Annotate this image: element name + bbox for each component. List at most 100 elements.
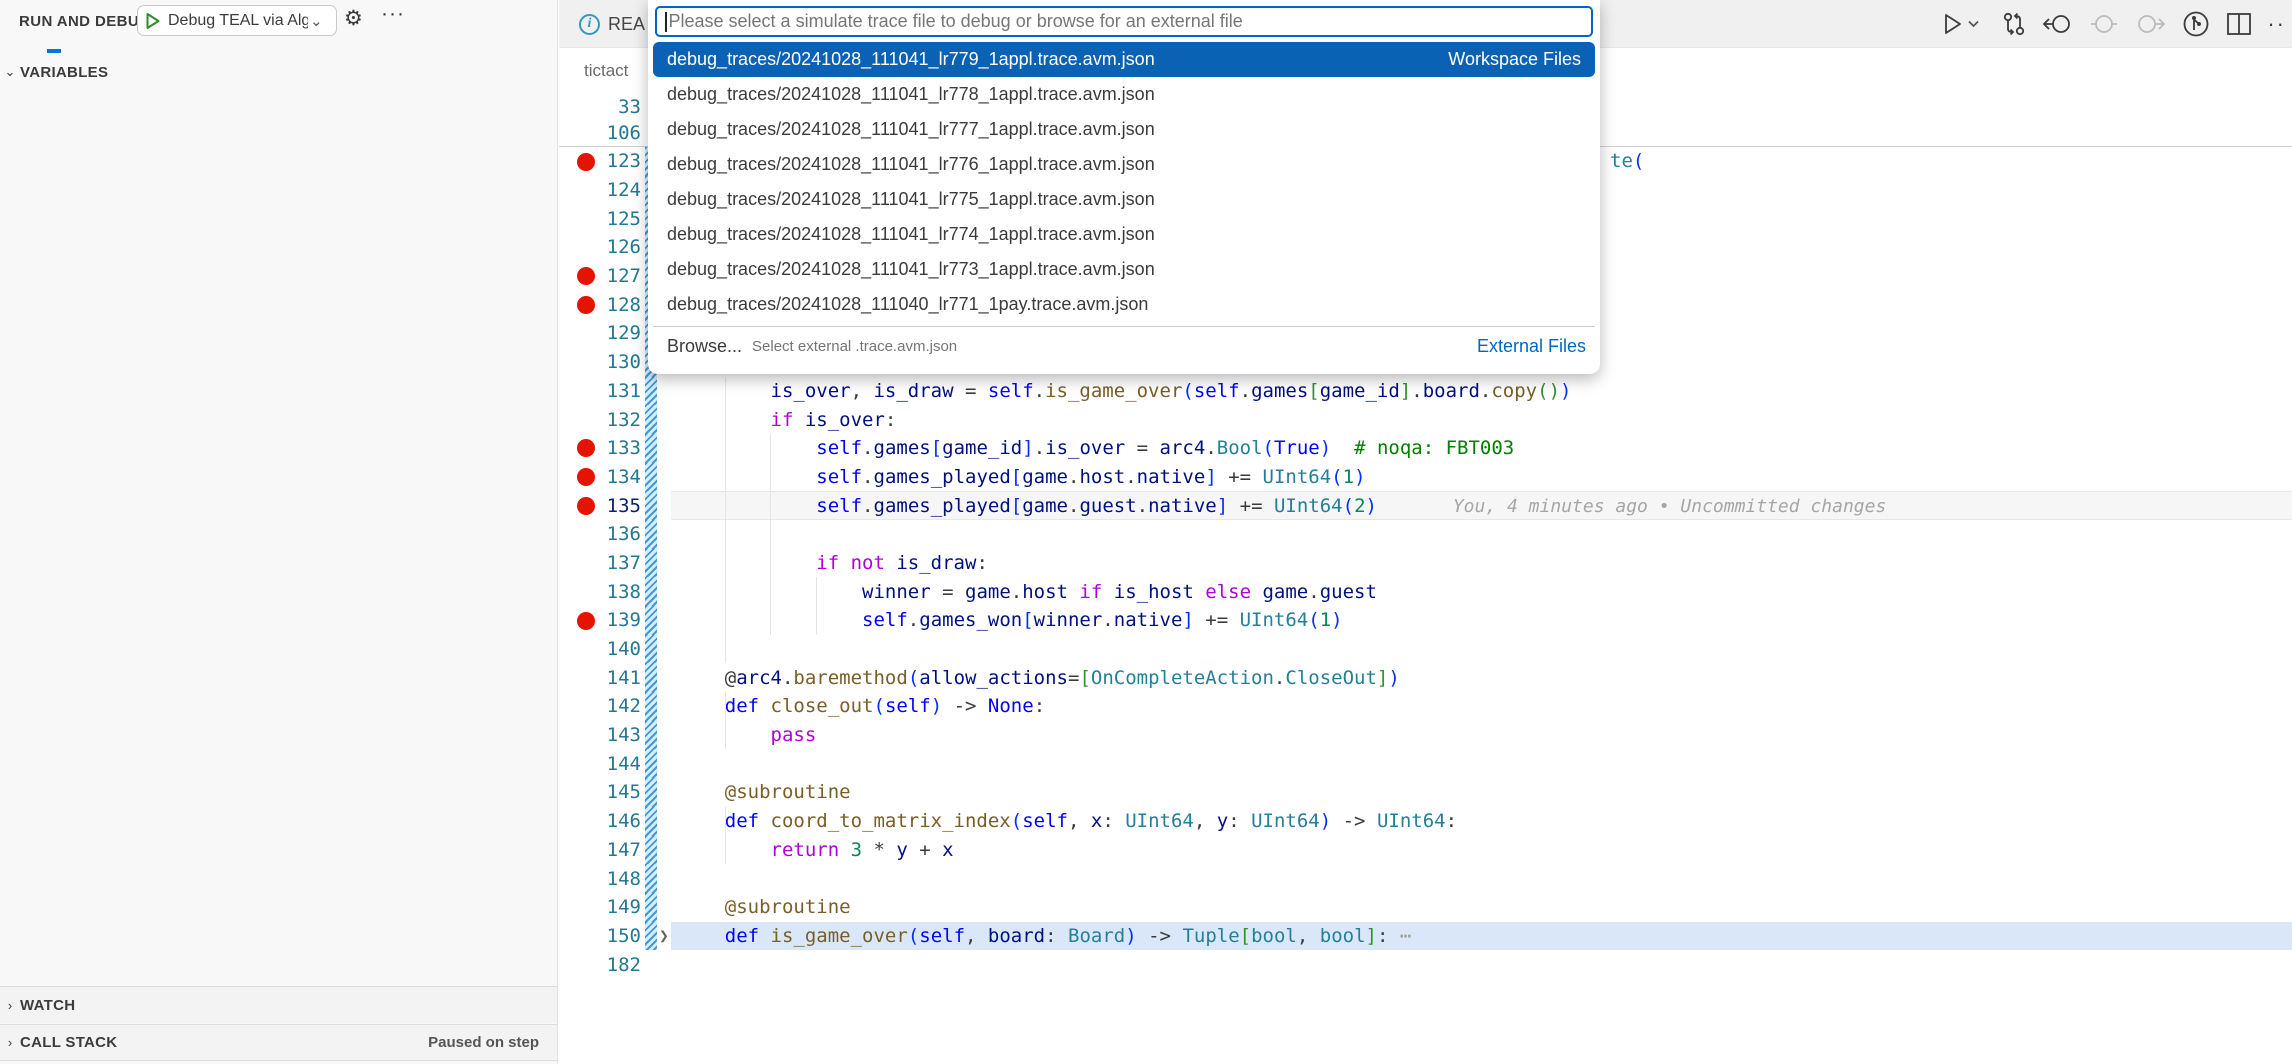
split-editor-icon[interactable] — [2226, 11, 2252, 37]
indent-guide — [725, 577, 726, 606]
line-number[interactable]: 135 — [559, 495, 641, 517]
quickpick-item[interactable]: debug_traces/20241028_111041_lr777_1appl… — [648, 112, 1600, 147]
breakpoint-icon[interactable] — [577, 497, 595, 515]
breakpoint-icon[interactable] — [577, 153, 595, 171]
quickpick-item[interactable]: debug_traces/20241028_111041_lr774_1appl… — [648, 217, 1600, 252]
line-number[interactable]: 148 — [559, 868, 641, 890]
line-number[interactable]: 136 — [559, 523, 641, 545]
line-number[interactable]: 131 — [559, 380, 641, 402]
code-line[interactable]: 144 — [559, 749, 2292, 778]
avm-debug-icon[interactable] — [2181, 9, 2211, 39]
line-number[interactable]: 145 — [559, 781, 641, 803]
line-number[interactable]: 127 — [559, 265, 641, 287]
indent-guide — [770, 491, 771, 520]
debug-config-dropdown[interactable]: Debug TEAL via AlgoKi ⌄ — [137, 5, 337, 36]
code-line-content: if is_over: — [671, 405, 2292, 434]
line-number[interactable]: 147 — [559, 839, 641, 861]
line-number[interactable]: 125 — [559, 208, 641, 230]
quickpick-item[interactable]: debug_traces/20241028_111041_lr779_1appl… — [653, 42, 1595, 77]
code-line-content: self.games_played[game.host.native] += U… — [671, 463, 2292, 492]
line-number[interactable]: 126 — [559, 236, 641, 258]
code-line[interactable]: 145 @subroutine — [559, 778, 2292, 807]
line-number[interactable]: 140 — [559, 638, 641, 660]
code-line[interactable]: 138 winner = game.host if is_host else g… — [559, 577, 2292, 606]
indent-guide — [725, 606, 726, 635]
more-actions-icon[interactable]: ·· — [2267, 11, 2286, 37]
line-number[interactable]: 137 — [559, 552, 641, 574]
code-line[interactable]: 134 self.games_played[game.host.native] … — [559, 463, 2292, 492]
line-number[interactable]: 128 — [559, 294, 641, 316]
line-number[interactable]: 182 — [559, 954, 641, 976]
code-line[interactable]: 148 — [559, 864, 2292, 893]
variables-section-header[interactable]: ⌄ VARIABLES — [0, 58, 557, 86]
line-number[interactable]: 144 — [559, 753, 641, 775]
indent-guide — [770, 434, 771, 463]
code-line[interactable]: 137 if not is_draw: — [559, 549, 2292, 578]
quickpick-item[interactable]: debug_traces/20241028_111041_lr776_1appl… — [648, 147, 1600, 182]
code-line[interactable]: 136 — [559, 520, 2292, 549]
quickpick-item[interactable]: debug_traces/20241028_111041_lr775_1appl… — [648, 182, 1600, 217]
code-line[interactable]: 140 — [559, 635, 2292, 664]
modified-lines-gutter — [645, 491, 657, 520]
line-number[interactable]: 132 — [559, 409, 641, 431]
code-line[interactable]: 146 def coord_to_matrix_index(self, x: U… — [559, 807, 2292, 836]
line-number[interactable]: 142 — [559, 695, 641, 717]
line-number[interactable]: 141 — [559, 667, 641, 689]
compare-changes-icon[interactable] — [2001, 10, 2027, 38]
code-line[interactable]: 133 self.games[game_id].is_over = arc4.B… — [559, 434, 2292, 463]
modified-lines-gutter — [645, 692, 657, 721]
breakpoint-icon[interactable] — [577, 612, 595, 630]
line-number[interactable]: 130 — [559, 351, 641, 373]
code-line[interactable]: 141 @arc4.baremethod(allow_actions=[OnCo… — [559, 663, 2292, 692]
gear-icon[interactable]: ⚙ — [344, 6, 363, 31]
tab-readme[interactable]: i REA — [569, 0, 655, 48]
quickpick-item[interactable]: debug_traces/20241028_111041_lr778_1appl… — [648, 77, 1600, 112]
line-number[interactable]: 124 — [559, 179, 641, 201]
previous-change-icon[interactable] — [2042, 11, 2074, 37]
code-line[interactable]: 139 self.games_won[winner.native] += UIn… — [559, 606, 2292, 635]
quickpick-item[interactable]: debug_traces/20241028_111041_lr773_1appl… — [648, 252, 1600, 287]
quickpick-input[interactable]: Please select a simulate trace file to d… — [655, 6, 1593, 37]
line-number[interactable]: 138 — [559, 581, 641, 603]
call-stack-section-header[interactable]: › CALL STACK Paused on step — [0, 1024, 557, 1061]
line-number[interactable]: 143 — [559, 724, 641, 746]
line-number[interactable]: 149 — [559, 896, 641, 918]
indent-guide — [816, 577, 817, 606]
line-number[interactable]: 139 — [559, 609, 641, 631]
more-actions-icon[interactable]: ··· — [381, 2, 405, 26]
watch-section-header[interactable]: › WATCH — [0, 986, 557, 1023]
breakpoint-icon[interactable] — [577, 296, 595, 314]
code-line[interactable]: 132 if is_over: — [559, 405, 2292, 434]
line-number[interactable]: 134 — [559, 466, 641, 488]
run-file-button[interactable] — [1942, 12, 1980, 36]
breakpoint-icon[interactable] — [577, 468, 595, 486]
line-number[interactable]: 123 — [559, 150, 641, 172]
line-number[interactable]: 146 — [559, 810, 641, 832]
tab-label: REA — [608, 14, 645, 35]
code-line[interactable]: 143 pass — [559, 721, 2292, 750]
quickpick-browse-item[interactable]: Browse... Select external .trace.avm.jso… — [648, 327, 1600, 365]
line-number[interactable]: 129 — [559, 322, 641, 344]
code-line[interactable]: 142 def close_out(self) -> None: — [559, 692, 2292, 721]
line-number[interactable]: 150 — [559, 925, 641, 947]
indent-guide — [770, 606, 771, 635]
quickpick-item-label: debug_traces/20241028_111041_lr775_1appl… — [667, 189, 1155, 210]
modified-lines-gutter — [645, 893, 657, 922]
code-line[interactable]: 150❯ def is_game_over(self, board: Board… — [559, 922, 2292, 951]
play-icon — [145, 12, 161, 30]
code-line[interactable]: 135 self.games_played[game.guest.native]… — [559, 491, 2292, 520]
line-number[interactable]: 133 — [559, 437, 641, 459]
indent-guide — [725, 434, 726, 463]
start-debug-button[interactable] — [138, 12, 168, 30]
code-line[interactable]: 131 is_over, is_draw = self.is_game_over… — [559, 377, 2292, 406]
code-line[interactable]: 149 @subroutine — [559, 893, 2292, 922]
code-line[interactable]: 147 return 3 * y + x — [559, 836, 2292, 865]
code-line-content: winner = game.host if is_host else game.… — [671, 577, 2292, 606]
variables-label: VARIABLES — [20, 64, 108, 81]
quickpick-item[interactable]: debug_traces/20241028_111040_lr771_1pay.… — [648, 287, 1600, 322]
git-blame-annotation: You, 4 minutes ago • Uncommitted changes — [1377, 496, 1886, 517]
code-line[interactable]: 182 — [559, 950, 2292, 979]
quickpick-item-label: debug_traces/20241028_111041_lr778_1appl… — [667, 84, 1155, 105]
breadcrumb-item[interactable]: tictact — [584, 61, 628, 81]
fold-chevron-icon[interactable]: ❯ — [657, 922, 671, 951]
